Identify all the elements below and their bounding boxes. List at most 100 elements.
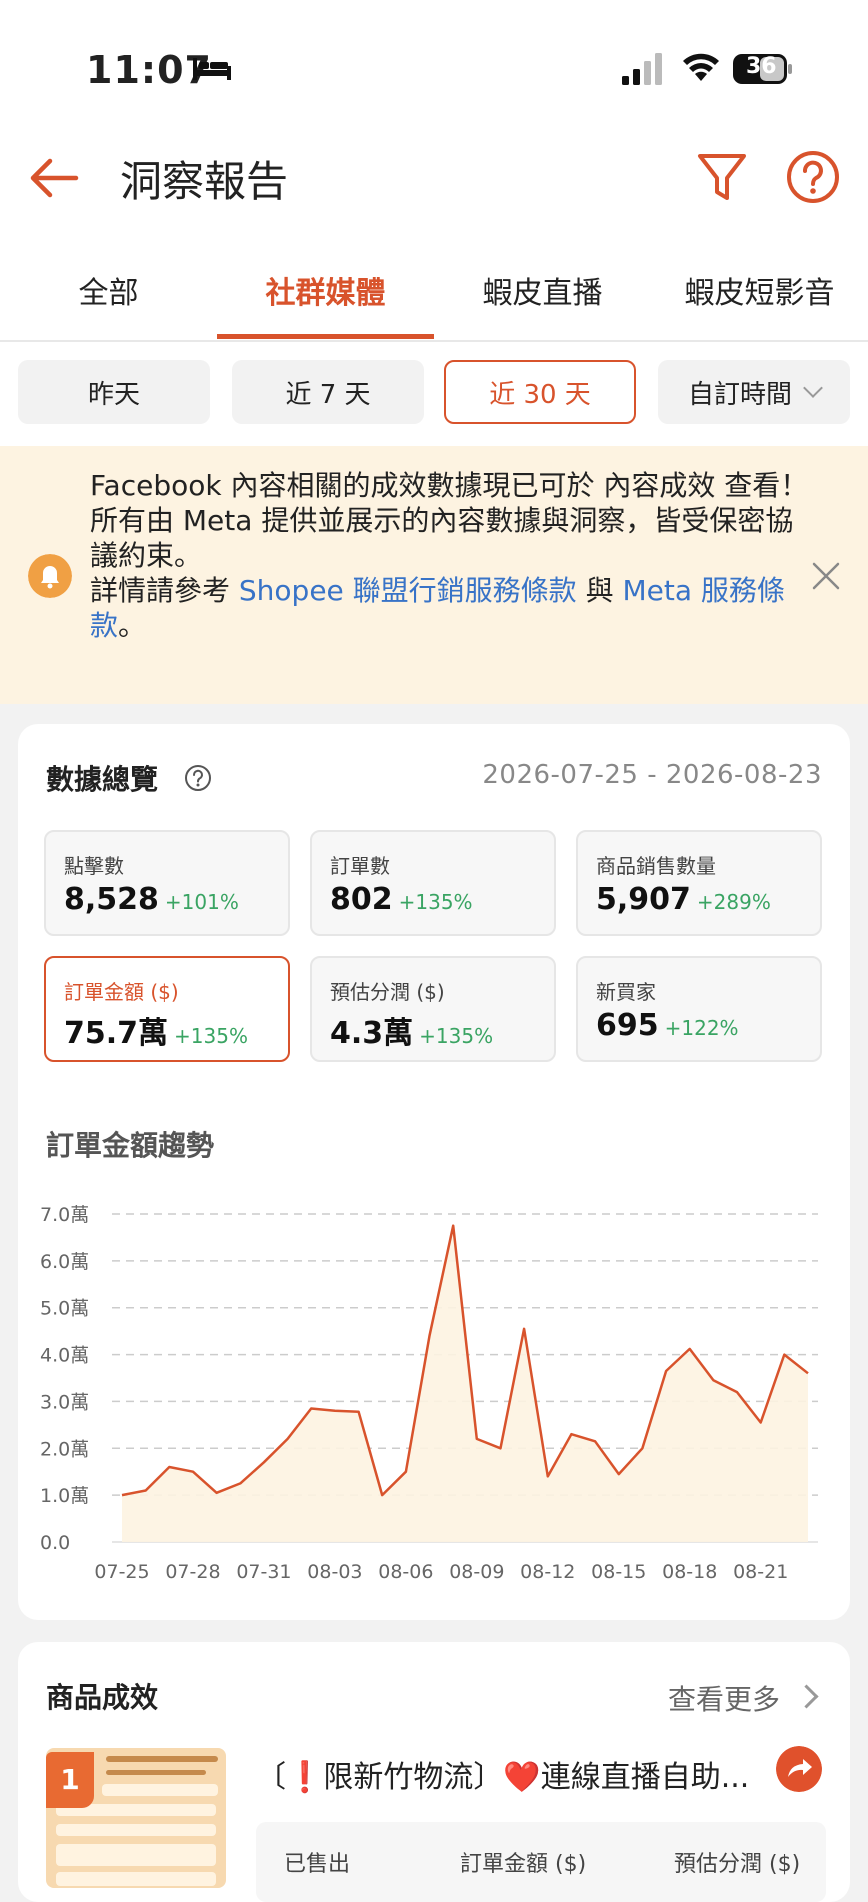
metric-label: 訂單數 [330, 854, 390, 878]
tab-shopee-live[interactable]: 蝦皮直播 [434, 268, 651, 312]
data-point [167, 1465, 171, 1469]
x-tick-label: 08-03 [307, 1561, 362, 1583]
x-tick-label: 08-06 [378, 1561, 433, 1583]
sleep-focus-icon [193, 58, 231, 80]
filter-icon[interactable] [696, 150, 748, 206]
help-icon[interactable] [786, 150, 840, 204]
metric-value-row: 75.7萬 +135% [64, 1008, 248, 1052]
tab-social-media[interactable]: 社群媒體 [217, 268, 434, 312]
data-point [806, 1371, 810, 1375]
metric-estimated-commission[interactable]: 預估分潤 ($) 4.3萬 +135% [310, 956, 556, 1062]
metric-clicks[interactable]: 點擊數 8,528 +101% [44, 830, 290, 936]
back-arrow-icon[interactable] [26, 150, 82, 206]
x-tick-label: 08-18 [662, 1561, 717, 1583]
metric-delta: +135% [419, 1024, 494, 1048]
data-point [569, 1432, 573, 1436]
order-amount-trend-chart[interactable]: 0.0 1.0萬 2.0萬 3.0萬 4.0萬 5.0萬 6.0萬 7.0萬 07-25 07-2… [40, 1196, 830, 1588]
cellular-signal-icon [622, 53, 662, 85]
metric-items-sold[interactable]: 商品銷售數量 5,907 +289% [576, 830, 822, 936]
notice-text-segment: 詳情請參考 [90, 574, 239, 607]
notice-text-segment: 與 [576, 574, 623, 607]
data-point [262, 1460, 266, 1464]
overview-title: 數據總覽 [46, 763, 159, 796]
date-filter-7-days[interactable]: 近 7 天 [232, 360, 424, 424]
data-point [238, 1481, 242, 1485]
stat-label-order-amount: 訂單金額 ($) [460, 1852, 587, 1877]
battery-indicator: 36 [732, 52, 794, 86]
series-area [122, 1225, 808, 1542]
x-tick-label: 08-12 [520, 1561, 575, 1583]
active-tab-indicator [217, 334, 434, 339]
data-point [144, 1489, 148, 1493]
data-point [617, 1472, 621, 1476]
metric-value: 5,907 [596, 882, 691, 917]
metric-value-row: 8,528 +101% [64, 882, 239, 917]
data-point [120, 1493, 124, 1497]
metric-new-buyers[interactable]: 新買家 695 +122% [576, 956, 822, 1062]
see-more-link[interactable]: 查看更多 [668, 1678, 780, 1718]
data-point [309, 1407, 313, 1411]
notice-text: Facebook 內容相關的成效數據現已可於 內容成效 查看！ 所有由 Meta… [90, 468, 810, 643]
metric-value: 695 [596, 1008, 659, 1043]
notice-text-segment: 。 [118, 609, 147, 642]
data-point [782, 1353, 786, 1357]
wifi-icon [683, 53, 719, 81]
metric-label: 預估分潤 ($) [330, 980, 445, 1004]
metric-label: 新買家 [596, 980, 656, 1004]
data-point [215, 1491, 219, 1495]
tab-all[interactable]: 全部 [0, 268, 217, 312]
metric-delta: +135% [398, 890, 473, 914]
page-title: 洞察報告 [120, 157, 289, 206]
help-icon[interactable] [184, 764, 212, 792]
data-point [522, 1327, 526, 1331]
date-filter-30-days[interactable]: 近 30 天 [444, 360, 636, 424]
y-tick-label: 1.0萬 [40, 1485, 89, 1507]
x-tick-label: 08-15 [591, 1561, 646, 1583]
data-point [640, 1446, 644, 1450]
date-filter-custom[interactable]: 自訂時間 [658, 360, 850, 424]
data-point [475, 1437, 479, 1441]
x-tick-label: 07-28 [165, 1561, 220, 1583]
date-filter-label: 近 30 天 [489, 379, 591, 410]
product-section-title: 商品成效 [46, 1681, 159, 1714]
bell-icon [28, 554, 72, 598]
product-name[interactable]: 〔❗限新竹物流〕❤️連線直播自助... [256, 1752, 776, 1796]
y-tick-label: 3.0萬 [40, 1391, 89, 1413]
metric-value-row: 695 +122% [596, 1008, 739, 1043]
notice-line-2: 所有由 Meta 提供並展示的內容數據與洞察，皆受保密協議約束。 [90, 504, 794, 572]
metric-delta: +122% [664, 1016, 739, 1040]
y-tick-label: 5.0萬 [40, 1298, 89, 1320]
x-tick-label: 08-21 [733, 1561, 788, 1583]
data-point [451, 1224, 455, 1228]
notice-line-3: 詳情請參考 Shopee 聯盟行銷服務條款 與 Meta 服務條款。 [90, 573, 810, 643]
y-tick-label: 0.0 [40, 1532, 70, 1554]
y-tick-label: 2.0萬 [40, 1438, 89, 1460]
y-tick-label: 4.0萬 [40, 1345, 89, 1367]
data-point [664, 1369, 668, 1373]
metric-orders[interactable]: 訂單數 802 +135% [310, 830, 556, 936]
notice-line-1: Facebook 內容相關的成效數據現已可於 內容成效 查看！ [90, 469, 809, 502]
metric-value-row: 5,907 +289% [596, 882, 771, 917]
x-tick-label: 07-25 [94, 1561, 149, 1583]
stat-label-sold: 已售出 [284, 1852, 351, 1877]
date-filter-label: 自訂時間 [687, 379, 792, 410]
data-point [593, 1439, 597, 1443]
y-tick-label: 7.0萬 [40, 1204, 89, 1226]
data-point [286, 1437, 290, 1441]
data-point [191, 1470, 195, 1474]
shopee-terms-link[interactable]: Shopee 聯盟行銷服務條款 [239, 574, 577, 607]
metric-order-amount[interactable]: 訂單金額 ($) 75.7萬 +135% [44, 956, 290, 1062]
metric-value: 8,528 [64, 882, 159, 917]
date-filter-label: 昨天 [87, 379, 140, 410]
share-icon[interactable] [776, 1746, 822, 1792]
chevron-down-icon [803, 378, 823, 398]
date-filter-yesterday[interactable]: 昨天 [18, 360, 210, 424]
data-point [759, 1421, 763, 1425]
stat-label-estimated-commission: 預估分潤 ($) [674, 1852, 801, 1877]
close-icon[interactable] [810, 560, 842, 592]
metric-value: 802 [330, 882, 393, 917]
x-tick-label: 07-31 [236, 1561, 291, 1583]
data-point [357, 1410, 361, 1414]
metric-value-row: 4.3萬 +135% [330, 1008, 493, 1052]
tab-shopee-video[interactable]: 蝦皮短影音 [651, 268, 868, 312]
